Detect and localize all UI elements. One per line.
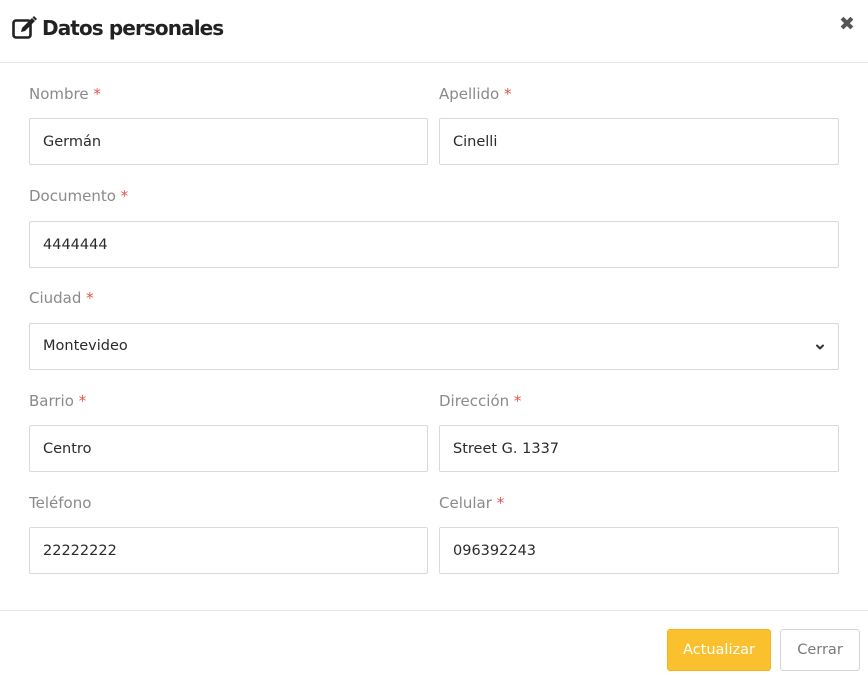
- barrio-input[interactable]: [29, 425, 428, 472]
- celular-label: Celular *: [439, 493, 504, 513]
- direccion-input[interactable]: [439, 425, 839, 472]
- chevron-down-icon: [816, 344, 824, 350]
- direccion-label-text: Dirección: [439, 392, 510, 410]
- required-marker: *: [78, 392, 87, 410]
- required-marker: *: [93, 85, 101, 103]
- barrio-label: Barrio *: [29, 391, 86, 411]
- apellido-input[interactable]: [439, 118, 839, 165]
- close-button[interactable]: Cerrar: [780, 629, 860, 671]
- ciudad-label: Ciudad *: [29, 288, 94, 308]
- documento-input[interactable]: [29, 221, 839, 268]
- close-icon[interactable]: ✖: [838, 13, 856, 35]
- edit-icon: [12, 16, 38, 40]
- required-marker: *: [120, 187, 129, 205]
- modal-title: Datos personales: [12, 14, 224, 42]
- barrio-label-text: Barrio: [29, 392, 74, 410]
- nombre-label: Nombre *: [29, 84, 101, 104]
- ciudad-select[interactable]: Montevideo: [29, 323, 839, 370]
- celular-label-text: Celular: [439, 494, 492, 512]
- apellido-label: Apellido *: [439, 84, 512, 104]
- apellido-label-text: Apellido: [439, 85, 500, 103]
- nombre-label-text: Nombre: [29, 85, 89, 103]
- ciudad-selected-value: Montevideo: [43, 338, 128, 354]
- required-marker: *: [496, 494, 505, 512]
- modal-title-text: Datos personales: [42, 16, 224, 40]
- update-button[interactable]: Actualizar: [667, 629, 771, 671]
- required-marker: *: [513, 392, 522, 410]
- modal-header: Datos personales ✖: [0, 0, 868, 63]
- documento-label-text: Documento: [29, 187, 116, 205]
- telefono-label: Teléfono: [29, 493, 91, 513]
- required-marker: *: [504, 85, 512, 103]
- telefono-label-text: Teléfono: [29, 494, 92, 512]
- ciudad-label-text: Ciudad: [29, 289, 82, 307]
- telefono-input[interactable]: [29, 527, 428, 574]
- direccion-label: Dirección *: [439, 391, 521, 411]
- required-marker: *: [86, 289, 94, 307]
- nombre-input[interactable]: [29, 118, 428, 165]
- modal-footer: Actualizar Cerrar: [0, 610, 868, 684]
- documento-label: Documento *: [29, 186, 128, 206]
- celular-input[interactable]: [439, 527, 839, 574]
